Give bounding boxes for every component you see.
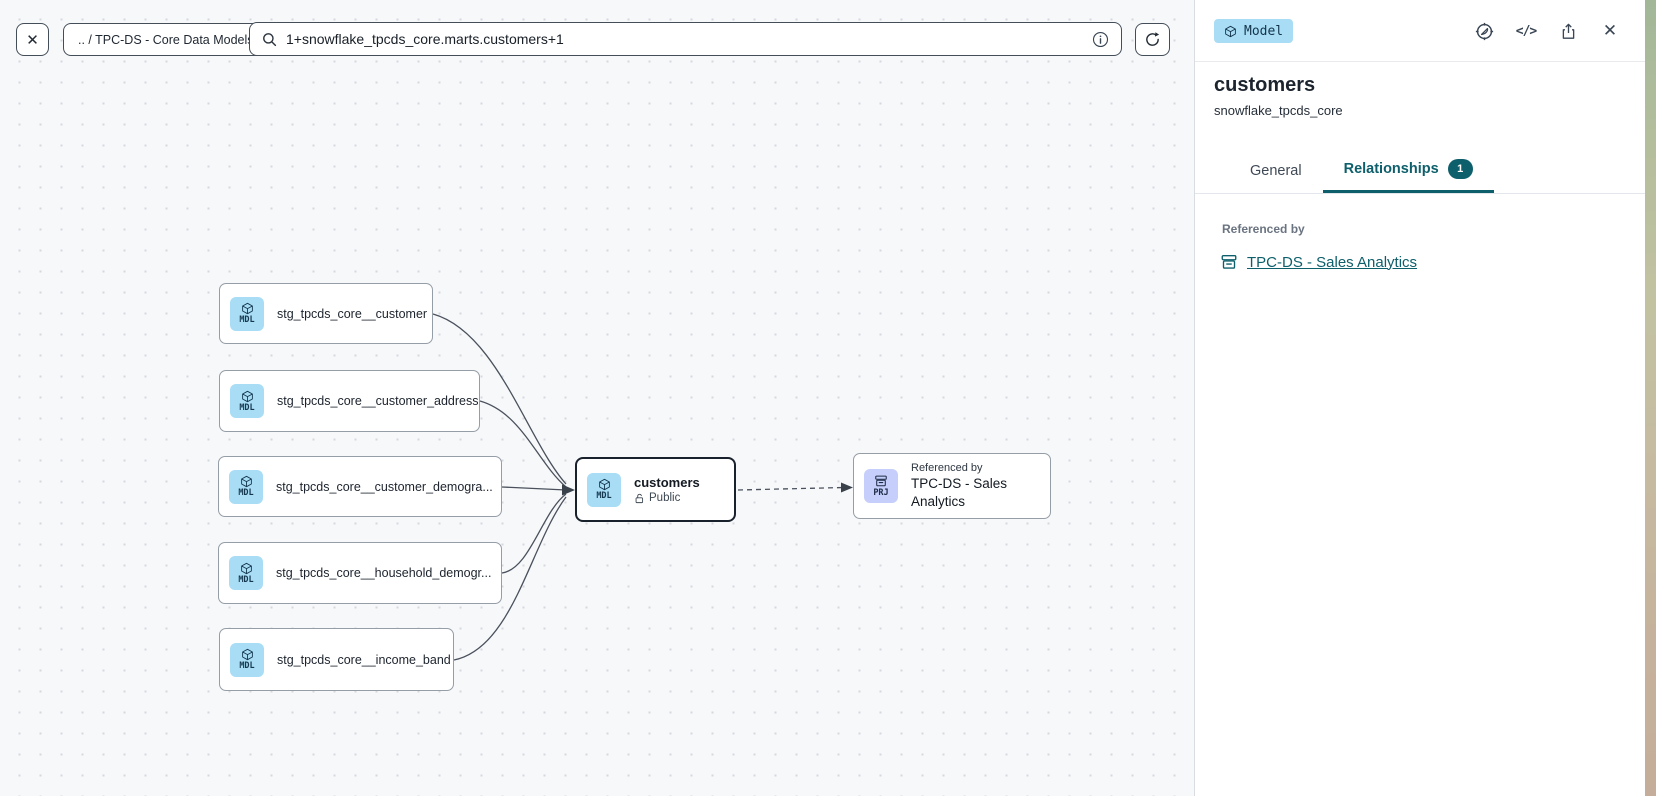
archive-icon (874, 474, 888, 488)
badge-label: PRJ (873, 488, 888, 498)
resource-type-label: Model (1244, 24, 1283, 39)
cube-icon (1224, 25, 1237, 38)
tab-relationships-label: Relationships (1344, 161, 1439, 177)
panel-tabs: General Relationships 1 (1195, 148, 1645, 194)
node-label: stg_tpcds_core__income_band (277, 653, 451, 667)
unlock-icon (634, 493, 645, 504)
compass-icon (1474, 21, 1495, 42)
node-project-sales-analytics[interactable]: PRJ Referenced by TPC-DS - Sales Analyti… (853, 453, 1051, 519)
node-stg-household-demographics[interactable]: MDL stg_tpcds_core__household_demogr... (218, 542, 502, 604)
desktop-wallpaper-sliver (1645, 0, 1656, 796)
arrowhead-into-customers (562, 485, 575, 496)
model-badge: MDL (229, 470, 263, 504)
lineage-search[interactable] (249, 22, 1122, 56)
resource-type-badge: Model (1214, 19, 1293, 43)
cube-icon (241, 390, 254, 403)
edge-customer-demographics (502, 487, 566, 490)
referenced-project-row[interactable]: TPC-DS - Sales Analytics (1220, 253, 1417, 271)
archive-icon (1220, 253, 1238, 271)
relationships-count-badge: 1 (1448, 159, 1473, 179)
badge-label: MDL (238, 488, 253, 498)
lineage-canvas[interactable]: ✕ .. / TPC-DS - Core Data Models (0, 0, 1194, 796)
code-icon: </> (1516, 24, 1536, 39)
node-stg-income-band[interactable]: MDL stg_tpcds_core__income_band (219, 628, 454, 691)
edge-household-demographics (502, 494, 566, 573)
search-icon (262, 32, 277, 47)
node-caption: Referenced by (911, 461, 1050, 475)
badge-label: MDL (596, 491, 611, 501)
cube-icon (240, 562, 253, 575)
arrowhead-into-project (841, 483, 853, 493)
panel-title: customers (1214, 74, 1315, 97)
share-icon (1559, 22, 1578, 41)
model-badge: MDL (230, 297, 264, 331)
model-badge: MDL (230, 643, 264, 677)
close-lineage-button[interactable]: ✕ (16, 23, 49, 56)
edge-referenced-by (738, 488, 844, 491)
close-icon: ✕ (26, 31, 39, 49)
refresh-lineage-button[interactable] (1135, 23, 1170, 56)
share-button[interactable] (1554, 17, 1582, 45)
node-label: stg_tpcds_core__customer (277, 307, 427, 321)
model-badge: MDL (229, 556, 263, 590)
breadcrumb[interactable]: .. / TPC-DS - Core Data Models (63, 23, 269, 56)
refresh-icon (1144, 31, 1161, 48)
view-code-button[interactable]: </> (1512, 17, 1540, 45)
badge-label: MDL (239, 403, 254, 413)
referenced-by-label: Referenced by (1222, 222, 1305, 236)
panel-header: Model </> (1195, 0, 1645, 62)
model-badge: MDL (230, 384, 264, 418)
lineage-edges (0, 0, 1194, 796)
node-access-label: Public (649, 491, 680, 506)
cube-icon (598, 478, 611, 491)
node-stg-customer-demographics[interactable]: MDL stg_tpcds_core__customer_demogra... (218, 456, 502, 517)
referenced-project-link[interactable]: TPC-DS - Sales Analytics (1247, 254, 1417, 271)
tab-general-label: General (1250, 163, 1302, 179)
node-title: TPC-DS - Sales Analytics (911, 475, 1050, 511)
model-badge: MDL (587, 473, 621, 507)
close-icon: ✕ (1603, 21, 1617, 41)
node-stg-customer[interactable]: MDL stg_tpcds_core__customer (219, 283, 433, 344)
badge-label: MDL (239, 315, 254, 325)
lineage-explorer: ✕ .. / TPC-DS - Core Data Models (0, 0, 1656, 796)
cube-icon (240, 475, 253, 488)
info-icon[interactable] (1092, 31, 1109, 48)
node-customers-selected[interactable]: MDL customers Public (575, 457, 736, 522)
node-stg-customer-address[interactable]: MDL stg_tpcds_core__customer_address (219, 370, 480, 432)
explore-button[interactable] (1470, 17, 1498, 45)
breadcrumb-label: .. / TPC-DS - Core Data Models (78, 33, 254, 47)
details-panel: Model </> (1194, 0, 1645, 796)
badge-label: MDL (239, 661, 254, 671)
node-label: stg_tpcds_core__customer_address (277, 394, 479, 408)
project-badge: PRJ (864, 469, 898, 503)
tab-relationships[interactable]: Relationships 1 (1323, 148, 1494, 193)
cube-icon (241, 302, 254, 315)
panel-subtitle: snowflake_tpcds_core (1214, 103, 1343, 118)
search-input[interactable] (286, 31, 1083, 47)
tab-general[interactable]: General (1229, 148, 1323, 193)
node-title: customers (634, 474, 700, 491)
badge-label: MDL (238, 575, 253, 585)
node-label: stg_tpcds_core__household_demogr... (276, 566, 491, 580)
close-panel-button[interactable]: ✕ (1596, 17, 1624, 45)
cube-icon (241, 648, 254, 661)
node-label: stg_tpcds_core__customer_demogra... (276, 480, 493, 494)
